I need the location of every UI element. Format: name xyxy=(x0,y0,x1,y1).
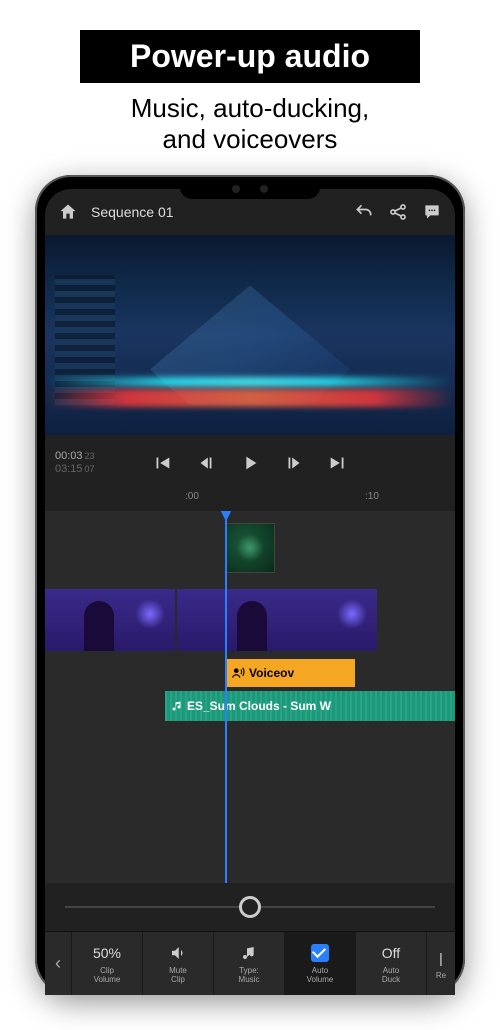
step-fwd-icon[interactable] xyxy=(283,452,305,474)
music-clip[interactable]: ES_Sum Clouds - Sum W xyxy=(165,691,455,721)
skip-start-icon[interactable] xyxy=(151,452,173,474)
music-note-icon xyxy=(171,700,183,712)
playhead[interactable] xyxy=(225,511,227,883)
time-ruler[interactable]: :00 :10 xyxy=(45,491,455,511)
timecode-display: 00:0323 03:1507 xyxy=(55,450,113,476)
skip-end-icon[interactable] xyxy=(327,452,349,474)
checkbox-checked-icon xyxy=(311,944,329,962)
timeline[interactable]: Voiceov ES_Sum Clouds - Sum W xyxy=(45,511,455,883)
overlay-clip-thumb[interactable] xyxy=(225,523,275,573)
music-icon xyxy=(241,945,257,961)
audio-tools-bar: ‹ 50% Clip Volume Mute Clip Type: Music … xyxy=(45,931,455,995)
speaker-icon xyxy=(169,944,187,962)
video-preview[interactable] xyxy=(45,235,455,435)
undo-icon[interactable] xyxy=(353,201,375,223)
home-icon[interactable] xyxy=(57,201,79,223)
play-icon[interactable] xyxy=(239,452,261,474)
clip-volume-tool[interactable]: 50% Clip Volume xyxy=(71,932,142,995)
type-music-tool[interactable]: Type: Music xyxy=(213,932,284,995)
sequence-title[interactable]: Sequence 01 xyxy=(91,204,341,220)
transport-bar: 00:0323 03:1507 xyxy=(45,435,455,491)
voiceover-clip[interactable]: Voiceov xyxy=(225,659,355,687)
zoom-handle[interactable] xyxy=(239,896,261,918)
promo-subtitle: Music, auto-ducking, and voiceovers xyxy=(0,93,500,155)
share-icon[interactable] xyxy=(387,201,409,223)
auto-volume-tool[interactable]: Auto Volume xyxy=(284,932,355,995)
phone-frame: Sequence 01 00:0323 03:1507 xyxy=(35,175,465,995)
tools-prev-icon[interactable]: ‹ xyxy=(45,953,71,974)
video-clip[interactable] xyxy=(45,589,175,651)
mic-icon xyxy=(231,666,245,680)
mute-clip-tool[interactable]: Mute Clip xyxy=(142,932,213,995)
comment-icon[interactable] xyxy=(421,201,443,223)
auto-duck-tool[interactable]: Off Auto Duck xyxy=(355,932,426,995)
video-clip[interactable] xyxy=(177,589,377,651)
app-screen: Sequence 01 00:0323 03:1507 xyxy=(45,189,455,995)
promo-banner: Power-up audio xyxy=(80,30,420,83)
step-back-icon[interactable] xyxy=(195,452,217,474)
more-tool[interactable]: | Re xyxy=(426,932,455,995)
zoom-slider[interactable] xyxy=(45,883,455,931)
